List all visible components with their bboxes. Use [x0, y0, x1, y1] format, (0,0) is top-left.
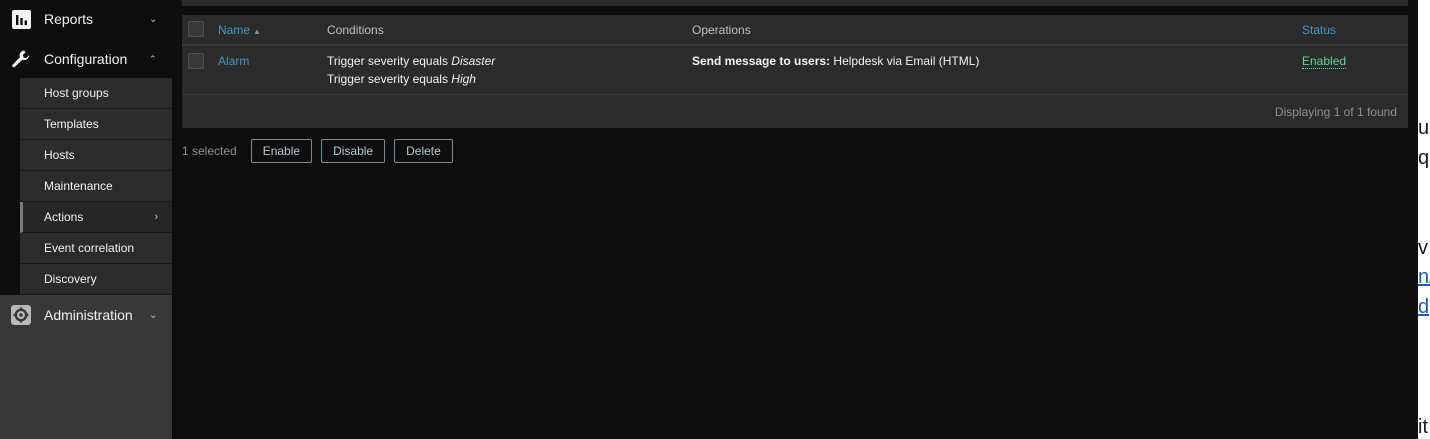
condition-value: High [451, 72, 476, 86]
nav-configuration-label: Configuration [44, 51, 128, 67]
nav-administration-label: Administration [44, 307, 133, 323]
condition-text: Trigger severity equals [327, 72, 452, 86]
sidebar: Reports ⌄ Configuration ⌃ Host groups Te… [0, 0, 172, 439]
condition-text: Trigger severity equals [327, 54, 452, 68]
window-text-fragment: it [1418, 416, 1428, 438]
row-checkbox[interactable] [188, 53, 204, 69]
background-window-edge: ur q v n/ d it [1418, 0, 1430, 439]
enable-button[interactable]: Enable [250, 139, 313, 163]
sidebar-item-event-correlation[interactable]: Event correlation [20, 233, 172, 264]
chevron-up-icon: ⌃ [149, 53, 157, 64]
window-text-fragment: q [1418, 147, 1430, 169]
configuration-submenu: Host groups Templates Hosts Maintenance … [20, 78, 172, 295]
mass-action-bar: 1 selected Enable Disable Delete [182, 139, 462, 163]
sidebar-item-label: Actions [44, 210, 84, 224]
column-header-name-label: Name [218, 23, 251, 37]
filter-area-edge [182, 0, 1408, 6]
window-text-fragment: v [1418, 237, 1428, 259]
sidebar-item-host-groups[interactable]: Host groups [20, 78, 172, 109]
status-toggle-link[interactable]: Enabled [1302, 54, 1347, 69]
column-header-operations: Operations [692, 23, 751, 37]
main-content: Name ▲ Conditions Operations Status Alarm… [172, 0, 1418, 439]
delete-button[interactable]: Delete [394, 139, 453, 163]
sidebar-item-label: Maintenance [44, 179, 113, 193]
table-row: Alarm Trigger severity equals Disaster T… [182, 46, 1408, 95]
sidebar-item-label: Templates [44, 117, 99, 131]
sidebar-item-discovery[interactable]: Discovery [20, 264, 172, 295]
page-scroll-edge [1408, 0, 1418, 439]
column-header-name[interactable]: Name ▲ [218, 23, 261, 37]
nav-reports-label: Reports [44, 11, 94, 27]
window-text-fragment: ur [1418, 117, 1430, 139]
select-all-checkbox[interactable] [188, 21, 204, 37]
sidebar-item-actions[interactable]: Actions › [20, 202, 172, 233]
condition-line: Trigger severity equals High [327, 70, 495, 88]
condition-value: Disaster [451, 54, 496, 68]
operation-detail: Helpdesk via Email (HTML) [830, 54, 980, 68]
disable-button[interactable]: Disable [321, 139, 386, 163]
conditions-cell: Trigger severity equals Disaster Trigger… [327, 52, 495, 88]
action-name-link[interactable]: Alarm [218, 54, 249, 68]
nav-reports[interactable]: Reports ⌄ [0, 1, 172, 37]
selected-count: 1 selected [182, 144, 237, 158]
table-stats: Displaying 1 of 1 found [1274, 105, 1397, 119]
sidebar-item-label: Discovery [44, 272, 97, 286]
reports-icon [11, 9, 31, 29]
sidebar-item-label: Host groups [44, 86, 109, 100]
chevron-down-icon: ⌄ [149, 309, 158, 321]
window-link-fragment[interactable]: d [1418, 296, 1429, 319]
sidebar-item-label: Hosts [44, 148, 75, 162]
chevron-down-icon: ⌄ [149, 13, 158, 25]
gear-icon [11, 305, 31, 325]
column-header-status[interactable]: Status [1302, 23, 1336, 37]
sidebar-top-section: Reports ⌄ Configuration ⌃ Host groups Te… [0, 0, 172, 295]
nav-administration[interactable]: Administration ⌄ [0, 297, 172, 333]
table-header: Name ▲ Conditions Operations Status [182, 15, 1408, 46]
sidebar-item-label: Event correlation [44, 241, 135, 255]
operations-cell: Send message to users: Helpdesk via Emai… [692, 54, 979, 68]
condition-line: Trigger severity equals Disaster [327, 52, 495, 70]
sidebar-item-templates[interactable]: Templates [20, 109, 172, 140]
sidebar-item-hosts[interactable]: Hosts [20, 140, 172, 171]
sidebar-item-maintenance[interactable]: Maintenance [20, 171, 172, 202]
sort-ascending-icon: ▲ [253, 27, 261, 36]
operation-type: Send message to users: [692, 54, 831, 68]
column-header-conditions: Conditions [327, 23, 384, 37]
nav-configuration[interactable]: Configuration ⌃ [0, 41, 172, 77]
wrench-icon [11, 49, 31, 69]
actions-table: Name ▲ Conditions Operations Status Alarm… [182, 15, 1408, 128]
table-footer: Displaying 1 of 1 found [182, 95, 1408, 128]
window-link-fragment[interactable]: n/ [1418, 266, 1430, 289]
chevron-right-icon: › [154, 211, 158, 223]
